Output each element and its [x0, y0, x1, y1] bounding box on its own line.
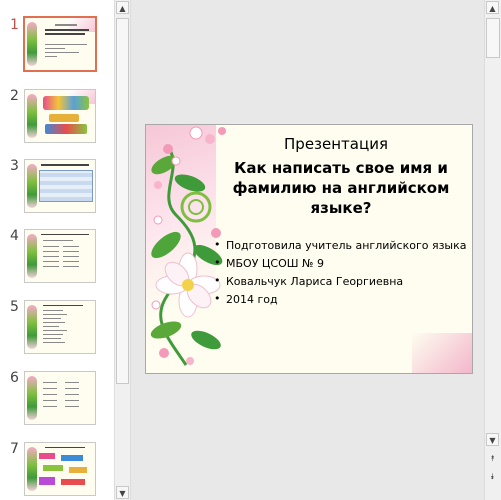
- slide-number-3: 3: [10, 158, 19, 174]
- scroll-up-arrow-icon[interactable]: ▲: [116, 1, 129, 14]
- thumbnail-scrollbar-handle[interactable]: [116, 18, 129, 384]
- slide-number-6: 6: [10, 370, 19, 386]
- slide-thumbnail-4[interactable]: [24, 229, 96, 283]
- slide-thumbnail-pane[interactable]: 1 2 3 4 5 6 7: [0, 0, 114, 500]
- editor-scrollbar[interactable]: ▲ ▼ ⯭ ⯯: [484, 0, 501, 500]
- floral-decoration: [27, 376, 37, 420]
- floral-decoration: [27, 94, 37, 138]
- bullet-item: Подготовила учитель английского языка: [214, 238, 467, 252]
- slide-pink-corner: [412, 333, 472, 373]
- slide-canvas[interactable]: Презентация Как написать свое имя и фами…: [145, 124, 473, 374]
- slide-title-line1[interactable]: Презентация: [206, 135, 466, 153]
- slide-bullet-list[interactable]: Подготовила учитель английского языка МБ…: [214, 238, 467, 311]
- slide-number-4: 4: [10, 228, 19, 244]
- slide-thumbnail-3[interactable]: [24, 159, 96, 213]
- scroll-up-arrow-icon[interactable]: ▲: [486, 1, 499, 14]
- floral-decoration: [27, 164, 37, 208]
- bullet-item: 2014 год: [214, 292, 467, 306]
- slide-number-1: 1: [10, 17, 19, 33]
- floral-decoration: [27, 22, 37, 66]
- editor-scrollbar-handle[interactable]: [486, 18, 500, 58]
- previous-slide-icon[interactable]: ⯭: [486, 452, 499, 465]
- slide-thumbnail-5[interactable]: [24, 300, 96, 354]
- next-slide-icon[interactable]: ⯯: [486, 470, 499, 483]
- slide-thumbnail-7[interactable]: [24, 442, 96, 496]
- scroll-down-arrow-icon[interactable]: ▼: [486, 433, 499, 446]
- thumbnail-scrollbar[interactable]: ▲ ▼: [114, 0, 131, 500]
- scroll-down-arrow-icon[interactable]: ▼: [116, 486, 129, 499]
- floral-decoration: [27, 234, 37, 278]
- slide-thumbnail-2[interactable]: [24, 89, 96, 143]
- bullet-item: Ковальчук Лариса Георгиевна: [214, 274, 467, 288]
- slide-number-5: 5: [10, 299, 19, 315]
- floral-decoration: [27, 447, 37, 491]
- slide-number-2: 2: [10, 88, 19, 104]
- slide-thumbnail-1[interactable]: [23, 16, 97, 72]
- slide-title-line2[interactable]: Как написать свое имя и фамилию на англи…: [216, 158, 466, 218]
- bullet-item: МБОУ ЦСОШ № 9: [214, 256, 467, 270]
- floral-decoration: [27, 305, 37, 349]
- slide-number-7: 7: [10, 441, 19, 457]
- slide-thumbnail-6[interactable]: [24, 371, 96, 425]
